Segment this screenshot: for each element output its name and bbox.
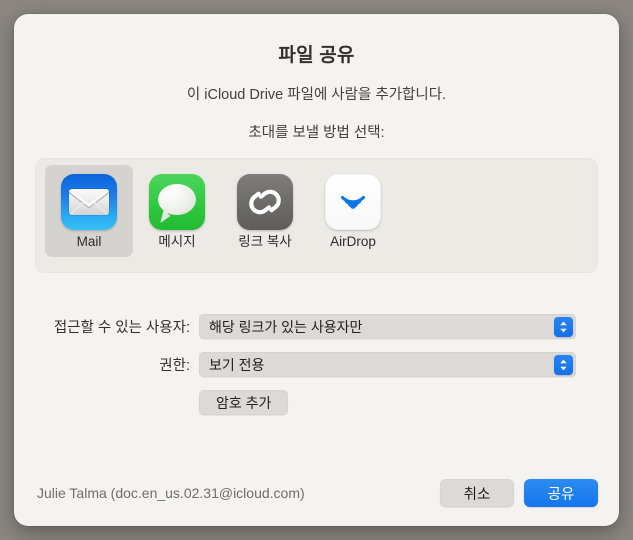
mail-icon	[61, 174, 117, 230]
share-method-label: 링크 복사	[238, 234, 292, 249]
chevron-up-down-icon[interactable]	[554, 354, 573, 375]
account-label: Julie Talma (doc.en_us.02.31@icloud.com)	[37, 485, 305, 501]
add-password-button[interactable]: 암호 추가	[199, 390, 289, 415]
link-icon	[237, 174, 293, 230]
dialog-prompt: 초대를 보낼 방법 선택:	[248, 125, 385, 141]
share-method-label: Mail	[76, 234, 102, 249]
permission-row: 권한: 보기 전용	[14, 352, 619, 377]
footer-actions: 취소 공유	[440, 479, 598, 507]
share-method-messages[interactable]: 메시지	[133, 165, 221, 257]
chevron-up-down-icon[interactable]	[554, 316, 573, 337]
permission-label: 권한:	[159, 358, 190, 374]
share-method-mail[interactable]: Mail	[45, 165, 133, 257]
access-row: 접근할 수 있는 사용자: 해당 링크가 있는 사용자만	[14, 314, 619, 339]
access-label: 접근할 수 있는 사용자:	[53, 320, 190, 336]
permission-value: 보기 전용	[209, 356, 265, 373]
dialog-subtitle: 이 iCloud Drive 파일에 사람을 추가합니다.	[186, 87, 447, 103]
cancel-button[interactable]: 취소	[440, 479, 514, 507]
add-password-row: 암호 추가	[14, 390, 619, 415]
share-methods-list: Mail 메시지 링크 복사 AirDrop	[45, 165, 397, 257]
page-title: 파일 공유	[278, 45, 355, 66]
messages-icon	[149, 174, 205, 230]
share-file-dialog: 파일 공유 이 iCloud Drive 파일에 사람을 추가합니다. 초대를 …	[14, 14, 619, 526]
share-methods-panel: Mail 메시지 링크 복사 AirDrop	[35, 158, 598, 273]
share-method-airdrop[interactable]: AirDrop	[309, 165, 397, 257]
share-method-label: 메시지	[158, 234, 196, 249]
access-popup-button[interactable]: 해당 링크가 있는 사용자만	[199, 314, 576, 339]
dialog-header: 파일 공유 이 iCloud Drive 파일에 사람을 추가합니다. 초대를 …	[14, 14, 619, 142]
dialog-footer: Julie Talma (doc.en_us.02.31@icloud.com)…	[14, 478, 619, 508]
share-method-copy-link[interactable]: 링크 복사	[221, 165, 309, 257]
share-button[interactable]: 공유	[524, 479, 598, 507]
share-method-label: AirDrop	[330, 234, 376, 249]
permission-popup-button[interactable]: 보기 전용	[199, 352, 576, 377]
airdrop-icon	[325, 174, 381, 230]
access-value: 해당 링크가 있는 사용자만	[209, 318, 363, 335]
share-options-form: 접근할 수 있는 사용자: 해당 링크가 있는 사용자만 권한: 보기 전용 암…	[14, 314, 619, 415]
